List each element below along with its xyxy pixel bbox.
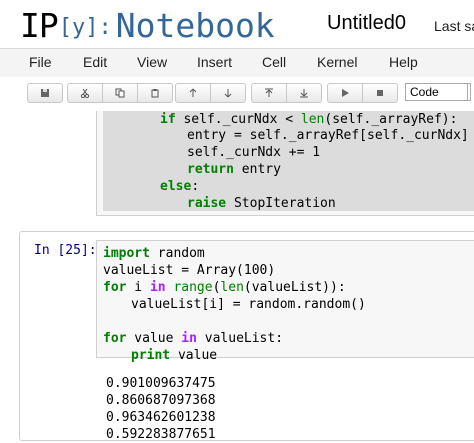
menu-edit[interactable]: Edit [83, 54, 107, 70]
menu-cell[interactable]: Cell [262, 54, 286, 70]
save-button[interactable] [27, 83, 63, 103]
cell-type-select[interactable]: Code [405, 83, 471, 101]
code-line: return entry [187, 162, 281, 177]
code-line: for i in range(len(valueList)): [103, 280, 346, 295]
menu-kernel[interactable]: Kernel [317, 54, 357, 70]
input-prompt: In [25]: [34, 243, 97, 258]
last-saved-text: Last sa [434, 18, 474, 34]
clipboard-group [67, 83, 173, 103]
cut-icon [80, 88, 90, 98]
insert-group [251, 83, 322, 103]
move-group [175, 83, 246, 103]
output-line: 0.963462601238 [106, 410, 216, 425]
menubar: File Edit View Insert Cell Kernel Help [0, 48, 474, 78]
notebook-container: if self._curNdx < len(self._arrayRef): e… [0, 111, 474, 442]
stop-icon [377, 90, 383, 96]
menu-help[interactable]: Help [389, 54, 418, 70]
menu-insert[interactable]: Insert [197, 54, 232, 70]
save-group [27, 83, 63, 103]
logo-y-text: [y]: [58, 15, 112, 40]
code-line: for value in valueList: [103, 331, 284, 346]
run-icon [342, 89, 349, 97]
code-line: raise StopIteration [187, 196, 336, 211]
chevron-down-icon[interactable] [467, 83, 474, 101]
logo-ip-text: IP [20, 6, 59, 45]
insert-above-button[interactable] [251, 83, 287, 103]
paste-icon [151, 89, 159, 98]
run-button[interactable] [327, 83, 363, 103]
toolbar: Code [0, 77, 474, 111]
save-icon [41, 89, 49, 97]
ipython-logo[interactable]: IP[y]: Notebook [20, 6, 275, 45]
move-down-icon [224, 89, 232, 98]
output-line: 0.901009637475 [106, 376, 216, 391]
move-down-button[interactable] [210, 83, 246, 103]
move-up-button[interactable] [175, 83, 211, 103]
code-line: entry = self._arrayRef[self._curNdx] [187, 128, 469, 143]
code-line: self._curNdx += 1 [187, 145, 321, 160]
insert-below-icon [300, 89, 308, 98]
paste-button[interactable] [137, 83, 173, 103]
output-line: 0.860687097368 [106, 393, 216, 408]
notebook-title[interactable]: Untitled0 [327, 12, 406, 35]
notebook-header: IP[y]:Notebook Untitled0 Last sa [0, 0, 474, 48]
copy-icon [115, 88, 125, 98]
stop-button[interactable] [362, 83, 398, 103]
code-line: import random [103, 246, 205, 261]
code-line: valueList[i] = random.random() [131, 297, 366, 312]
run-group [327, 83, 398, 103]
cut-button[interactable] [67, 83, 103, 103]
insert-above-icon [265, 88, 273, 97]
move-up-icon [189, 88, 197, 97]
menu-view[interactable]: View [137, 54, 167, 70]
code-line: print value [131, 348, 218, 363]
logo-notebook-text: Notebook [115, 6, 275, 45]
code-line: else: [160, 179, 200, 194]
menu-file[interactable]: File [29, 54, 52, 70]
copy-button[interactable] [102, 83, 138, 103]
code-line: valueList = Array(100) [103, 263, 276, 278]
insert-below-button[interactable] [286, 83, 322, 103]
code-line: if self._curNdx < len(self._arrayRef): [160, 112, 458, 127]
output-line: 0.592283877651 [106, 427, 216, 442]
